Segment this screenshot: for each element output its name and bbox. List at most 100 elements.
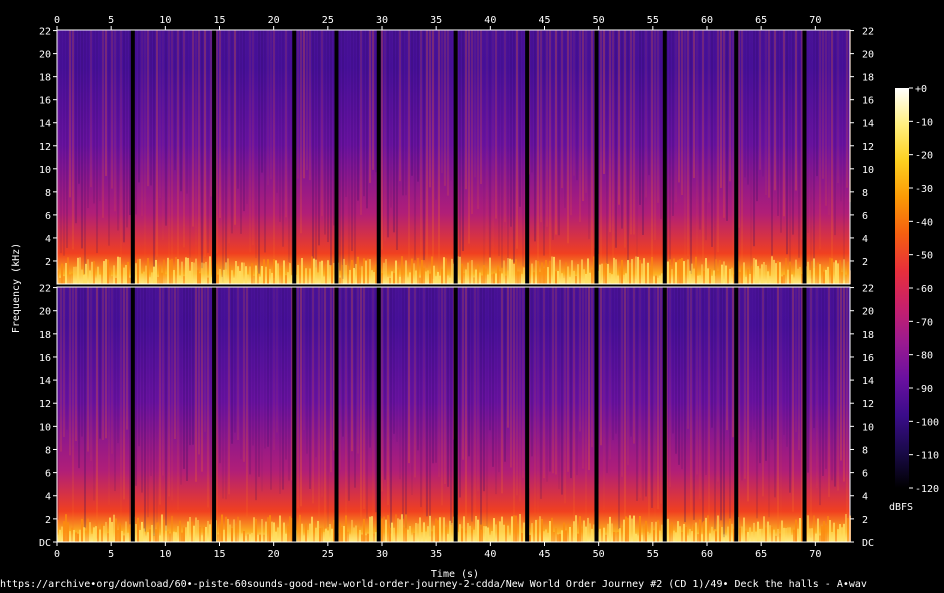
spectral-striation bbox=[672, 287, 674, 434]
low-frequency-energy bbox=[821, 526, 823, 542]
low-frequency-energy bbox=[243, 262, 245, 284]
spectral-striation bbox=[327, 30, 329, 243]
spectral-striation bbox=[303, 30, 305, 179]
low-frequency-energy bbox=[507, 525, 509, 542]
low-frequency-energy bbox=[385, 259, 387, 284]
low-frequency-energy bbox=[419, 517, 421, 542]
low-frequency-energy bbox=[543, 531, 545, 542]
low-frequency-energy bbox=[443, 517, 445, 542]
low-frequency-energy bbox=[243, 530, 245, 542]
low-frequency-energy bbox=[107, 259, 109, 284]
low-frequency-energy bbox=[773, 259, 775, 284]
low-frequency-energy bbox=[97, 266, 99, 284]
low-frequency-energy bbox=[137, 259, 139, 284]
spectral-striation bbox=[729, 287, 731, 521]
low-frequency-energy bbox=[819, 535, 821, 542]
low-frequency-energy bbox=[565, 530, 567, 542]
low-frequency-energy bbox=[569, 277, 571, 284]
low-frequency-energy bbox=[703, 270, 705, 284]
spectral-striation bbox=[138, 30, 140, 183]
low-frequency-energy bbox=[755, 259, 757, 284]
spectral-striation bbox=[258, 287, 260, 477]
y-tick-label: 10 bbox=[862, 165, 874, 176]
low-frequency-energy bbox=[141, 273, 143, 284]
low-frequency-energy bbox=[249, 266, 251, 284]
spectral-striation bbox=[777, 30, 779, 216]
spectral-striation bbox=[501, 30, 503, 268]
low-frequency-energy bbox=[589, 272, 591, 284]
spectral-striation bbox=[390, 287, 392, 534]
low-frequency-energy bbox=[709, 533, 711, 542]
low-frequency-energy bbox=[653, 276, 655, 284]
low-frequency-energy bbox=[555, 528, 557, 542]
spectral-striation bbox=[684, 30, 686, 257]
low-frequency-energy bbox=[577, 533, 579, 542]
low-frequency-energy bbox=[321, 260, 323, 284]
spectral-striation bbox=[165, 30, 167, 226]
low-frequency-energy bbox=[95, 526, 97, 542]
spectral-striation bbox=[330, 287, 332, 473]
low-frequency-energy bbox=[431, 531, 433, 542]
low-frequency-energy bbox=[611, 523, 613, 542]
low-frequency-energy bbox=[465, 530, 467, 542]
spectral-striation bbox=[471, 287, 473, 522]
low-frequency-energy bbox=[261, 266, 263, 284]
spectral-striation bbox=[93, 30, 95, 204]
spectral-striation bbox=[639, 30, 641, 205]
spectral-striation bbox=[219, 30, 221, 219]
spectral-striation bbox=[180, 287, 182, 485]
spectral-striation bbox=[384, 287, 386, 480]
spectral-striation bbox=[399, 287, 401, 480]
low-frequency-energy bbox=[573, 270, 575, 284]
low-frequency-energy bbox=[349, 269, 351, 284]
low-frequency-energy bbox=[767, 271, 769, 284]
low-frequency-energy bbox=[815, 267, 817, 284]
low-frequency-energy bbox=[371, 516, 373, 542]
spectral-striation bbox=[231, 287, 233, 444]
low-frequency-energy bbox=[773, 529, 775, 542]
spectral-striation bbox=[603, 287, 605, 511]
low-frequency-energy bbox=[551, 256, 553, 284]
low-frequency-energy bbox=[203, 526, 205, 542]
low-frequency-energy bbox=[151, 272, 153, 284]
spectral-striation bbox=[417, 30, 419, 182]
x-tick-label: 5 bbox=[108, 549, 114, 560]
spectral-striation bbox=[369, 30, 371, 183]
spectral-striation bbox=[546, 287, 548, 482]
y-tick-label: 8 bbox=[862, 445, 868, 456]
low-frequency-energy bbox=[225, 516, 227, 542]
low-frequency-energy bbox=[83, 274, 85, 284]
spectral-striation bbox=[810, 30, 812, 279]
spectral-striation bbox=[408, 287, 410, 464]
spectral-striation bbox=[309, 30, 311, 181]
low-frequency-energy bbox=[621, 259, 623, 284]
spectral-striation bbox=[183, 30, 185, 248]
low-frequency-energy bbox=[533, 272, 535, 284]
low-frequency-energy bbox=[473, 277, 475, 284]
spectral-striation bbox=[600, 30, 602, 281]
low-frequency-energy bbox=[785, 528, 787, 542]
low-frequency-energy bbox=[135, 263, 137, 284]
spectral-striation bbox=[552, 30, 554, 240]
spectral-striation bbox=[567, 30, 569, 244]
low-frequency-energy bbox=[721, 526, 723, 542]
spectral-striation bbox=[738, 287, 740, 535]
spectral-striation bbox=[399, 30, 401, 182]
spectral-striation bbox=[789, 30, 791, 280]
low-frequency-energy bbox=[109, 517, 111, 542]
spectral-striation bbox=[102, 287, 104, 441]
low-frequency-energy bbox=[515, 259, 517, 284]
low-frequency-energy bbox=[319, 261, 321, 284]
low-frequency-energy bbox=[93, 261, 95, 284]
low-frequency-energy bbox=[435, 518, 437, 542]
spectral-striation bbox=[468, 30, 470, 244]
spectral-striation bbox=[363, 287, 365, 509]
low-frequency-energy bbox=[751, 531, 753, 542]
spectral-striation bbox=[330, 30, 332, 267]
low-frequency-energy bbox=[539, 271, 541, 284]
low-frequency-energy bbox=[619, 528, 621, 542]
low-frequency-energy bbox=[729, 268, 731, 284]
spectral-striation bbox=[201, 30, 203, 269]
low-frequency-energy bbox=[795, 259, 797, 284]
spectral-striation bbox=[366, 287, 368, 519]
